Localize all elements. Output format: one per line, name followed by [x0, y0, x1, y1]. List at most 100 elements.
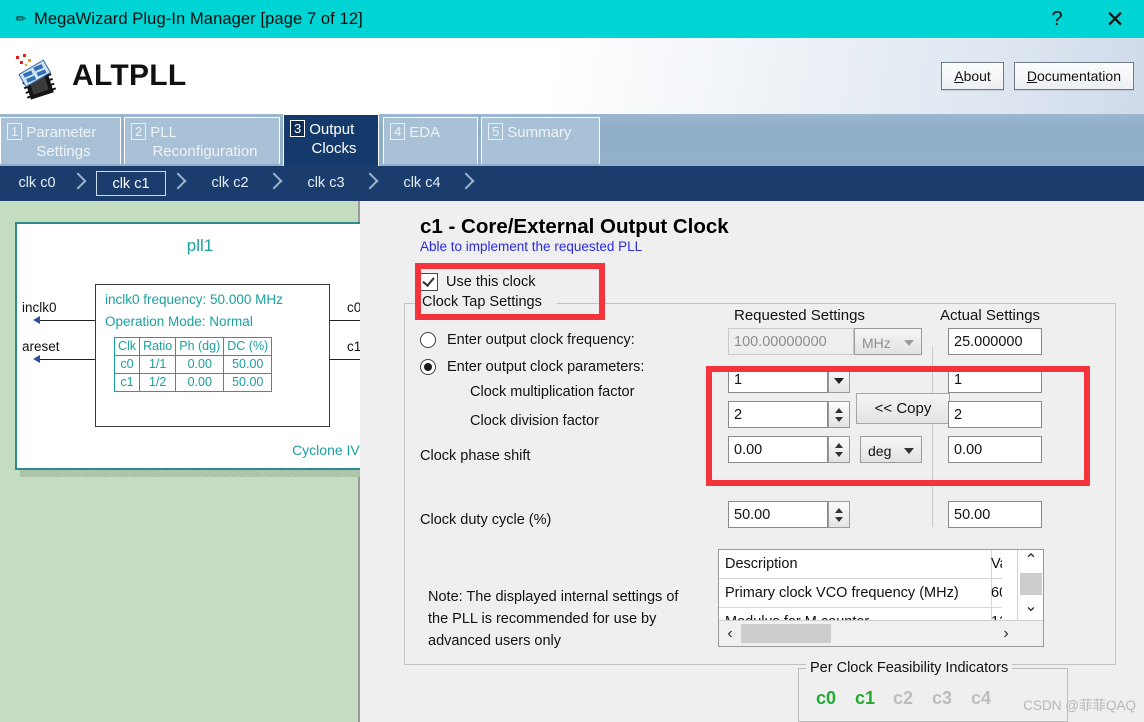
cell-c1-phase: 0.00 [175, 373, 225, 392]
clk-tab-c0[interactable]: clk c0 [8, 171, 66, 196]
list-header-description: Description [725, 556, 798, 572]
tab-parameter-settings[interactable]: 1 Parameter Settings [0, 117, 121, 164]
radio-enter-frequency[interactable] [420, 332, 436, 348]
vertical-scroll-thumb[interactable] [1020, 573, 1042, 595]
tab-3-number: 3 [290, 120, 306, 137]
close-icon[interactable]: ✕ [1086, 0, 1144, 38]
scroll-up-icon[interactable]: ⌃ [1018, 550, 1043, 572]
tab-2-number: 2 [131, 123, 147, 140]
cell-c1-dc: 50.00 [223, 373, 273, 392]
clk-tab-c2[interactable]: clk c2 [200, 171, 260, 196]
chevron-right-icon-1 [72, 175, 88, 192]
radio-enter-parameters[interactable] [420, 359, 436, 375]
tab-eda[interactable]: 4 EDA [383, 117, 478, 164]
frequency-unit-value: MHz [862, 335, 891, 351]
label-enter-frequency: Enter output clock frequency: [447, 332, 635, 348]
tab-3-label: Output [309, 121, 355, 138]
doc-accel: D [1026, 68, 1037, 84]
brand-header: ALTPLL About Documentation [0, 38, 1144, 115]
table-header-row: Clk Ratio Ph (dg) DC (%) [113, 337, 273, 356]
spinner-up-icon-duty[interactable] [835, 508, 843, 513]
about-accel: A [954, 68, 964, 84]
pll-symbol: pll1 inclk0 areset c0 c1 inclk0 frequenc… [15, 222, 385, 470]
annotation-box-use-this-clock [415, 263, 605, 320]
duty-spinner[interactable] [828, 501, 850, 528]
actual-frequency-value: 25.000000 [948, 328, 1042, 355]
label-duty-cycle: Clock duty cycle (%) [420, 512, 552, 528]
tab-3-label2: Clocks [311, 140, 357, 157]
altpll-logo-icon [10, 50, 62, 102]
pin-wire-areset [39, 359, 97, 360]
list-header-row: Description Va [719, 550, 1002, 579]
help-button[interactable]: ? [1028, 0, 1086, 38]
internal-settings-list[interactable]: Description Va Primary clock VCO frequen… [718, 549, 1044, 647]
cell-c0-ratio: 1/1 [139, 355, 177, 374]
tab-5-label: Summary [507, 124, 572, 141]
advanced-users-note: Note: The displayed internal settings of… [428, 589, 679, 649]
status-message: Able to implement the requested PLL [420, 239, 643, 254]
documentation-button[interactable]: Documentation [1013, 62, 1134, 90]
col-clk: Clk [113, 337, 141, 356]
chevron-right-icon-4 [364, 175, 380, 192]
requested-frequency-input[interactable]: 100.00000000 [728, 328, 854, 355]
tab-pll-reconfiguration[interactable]: 2 PLL Reconfiguration [124, 117, 280, 164]
feasibility-indicator-c0: c0 [816, 688, 837, 708]
tab-2-label: PLL [150, 124, 177, 141]
cell-c0-clk: c0 [113, 355, 141, 374]
tab-1-number: 1 [7, 123, 23, 140]
chevron-down-icon-unit [904, 340, 914, 346]
annotation-box-clock-params [706, 366, 1090, 486]
spinner-down-icon-duty[interactable] [835, 517, 843, 522]
scroll-right-icon[interactable]: › [995, 621, 1017, 646]
symbol-info-mode: Operation Mode: Normal [105, 314, 253, 329]
list-horizontal-scrollbar[interactable]: ‹ › [719, 620, 1043, 646]
horizontal-scroll-thumb[interactable] [741, 624, 831, 643]
tab-summary[interactable]: 5 Summary [481, 117, 600, 164]
watermark: CSDN @菲菲QAQ [1023, 698, 1136, 713]
tab-output-clocks[interactable]: 3 Output Clocks [283, 114, 379, 166]
label-division-factor: Clock division factor [470, 413, 599, 429]
tab-4-number: 4 [390, 123, 406, 140]
requested-settings-header: Requested Settings [734, 307, 865, 324]
tab-2-label2: Reconfiguration [152, 143, 258, 160]
col-dc: DC (%) [223, 337, 273, 356]
about-rest: bout [963, 68, 991, 84]
pin-label-areset: areset [22, 339, 60, 354]
cell-c1-ratio: 1/2 [139, 373, 177, 392]
clk-tab-c4[interactable]: clk c4 [392, 171, 452, 196]
pin-arrow-inclk0 [33, 316, 40, 324]
feasibility-indicator-c2: c2 [893, 688, 914, 708]
clk-tab-c3[interactable]: clk c3 [296, 171, 356, 196]
doc-rest: ocumentation [1036, 68, 1121, 84]
list-vertical-scrollbar[interactable]: ⌃ ⌄ [1017, 550, 1043, 620]
brand-name: ALTPLL [72, 59, 187, 92]
symbol-title: pll1 [186, 236, 214, 255]
wizard-step-tabs: 1 Parameter Settings 2 PLL Reconfiguration… [0, 114, 1144, 166]
cell-c0-dc: 50.00 [223, 355, 273, 374]
feasibility-title: Per Clock Feasibility Indicators [806, 660, 1013, 676]
symbol-info-box: inclk0 frequency: 50.000 MHz Operation M… [95, 284, 330, 427]
table-row: c0 1/1 0.00 50.00 [113, 355, 273, 374]
window-title: MegaWizard Plug-In Manager [page 7 of 12… [34, 9, 363, 28]
clk-tab-c1[interactable]: clk c1 [96, 171, 166, 196]
actual-settings-header: Actual Settings [940, 307, 1041, 324]
table-row: c1 1/2 0.00 50.00 [113, 373, 273, 392]
frequency-unit-combo[interactable]: MHz [854, 328, 922, 355]
list-item[interactable]: Primary clock VCO frequency (MHz) 60 [719, 579, 1002, 608]
scroll-left-icon[interactable]: ‹ [719, 621, 741, 646]
list-header-value: Va [991, 556, 1002, 572]
window-title-bar: ✏ MegaWizard Plug-In Manager [page 7 of … [0, 0, 1144, 38]
scroll-down-icon[interactable]: ⌄ [1018, 596, 1043, 618]
pin-wire-inclk0 [39, 320, 97, 321]
tab-1-label2: Settings [36, 143, 91, 160]
chevron-right-icon-5 [460, 175, 476, 192]
actual-duty-value: 50.00 [948, 501, 1042, 528]
symbol-info-frequency: inclk0 frequency: 50.000 MHz [105, 292, 283, 307]
page-title: c1 - Core/External Output Clock [420, 215, 729, 238]
label-multiplication-factor: Clock multiplication factor [470, 384, 635, 400]
label-enter-parameters: Enter output clock parameters: [447, 359, 645, 375]
list-item-value-0: 60 [991, 585, 1002, 601]
requested-duty-input[interactable]: 50.00 [728, 501, 828, 528]
feasibility-indicator-c3: c3 [932, 688, 953, 708]
about-button[interactable]: About [941, 62, 1004, 90]
